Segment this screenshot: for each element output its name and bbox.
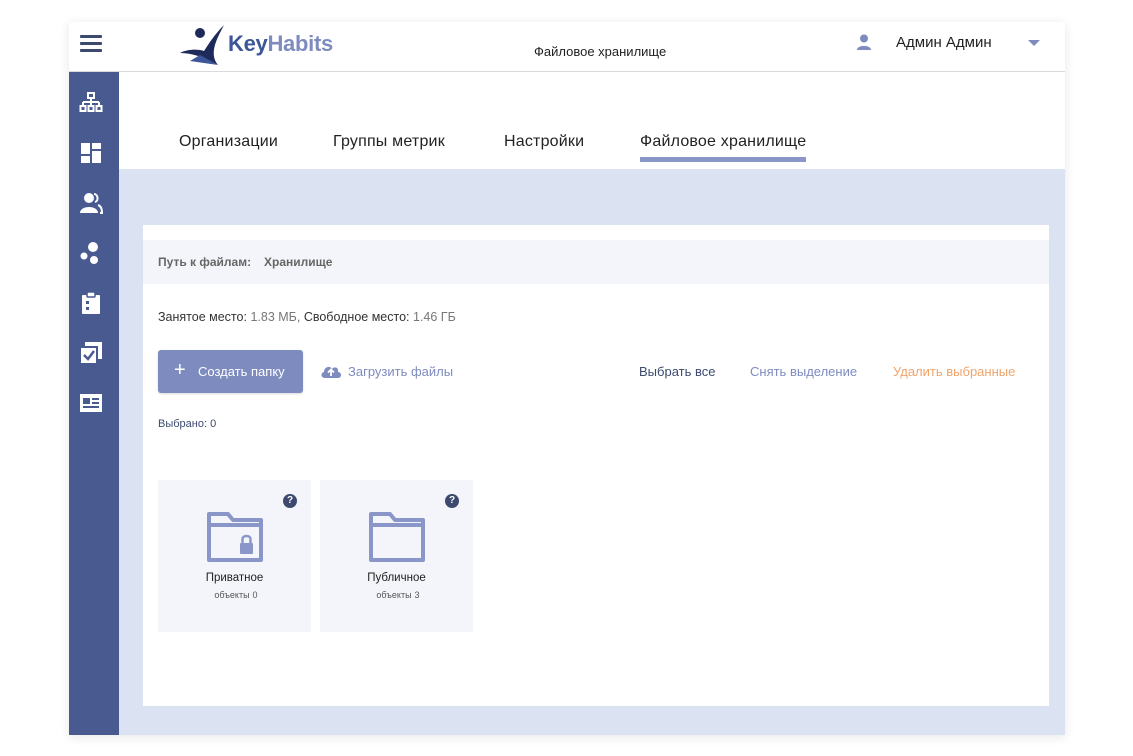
sitemap-icon: [79, 92, 103, 112]
dashboard-icon: [81, 143, 101, 163]
folder-card-private[interactable]: ? Приватное объекты 0: [158, 480, 311, 632]
storage-info: Занятое место: 1.83 МБ, Свободное место:…: [158, 310, 456, 324]
folder-name: Приватное: [205, 572, 264, 584]
tab-organizations[interactable]: Организации: [179, 133, 278, 151]
logo-text[interactable]: KeyHabits: [228, 31, 333, 57]
chevron-down-icon[interactable]: [1028, 40, 1040, 46]
top-header: KeyHabits Файловое хранилище Админ Админ: [69, 22, 1065, 72]
user-icon: [857, 34, 871, 50]
tab-settings[interactable]: Настройки: [504, 133, 584, 151]
cloud-upload-icon: [321, 366, 341, 378]
sidebar-item-profile[interactable]: [79, 391, 103, 415]
tab-file-storage[interactable]: Файловое хранилище: [640, 133, 807, 162]
used-space-value: 1.83 МБ,: [250, 310, 301, 324]
folder-icon: [369, 512, 425, 562]
select-all-button[interactable]: Выбрать все: [639, 364, 715, 379]
logo-key-text: Key: [228, 31, 268, 56]
folder-count-value: 3: [414, 590, 420, 600]
folder-count-label: объекты: [376, 590, 412, 600]
selected-count: Выбрано: 0: [158, 418, 217, 430]
sidebar-item-dashboard[interactable]: [79, 141, 103, 165]
folder-object-count: объекты 0: [158, 590, 311, 600]
users-icon: [80, 193, 103, 214]
sidebar-item-metrics[interactable]: [79, 241, 103, 265]
sidebar-item-users[interactable]: [79, 191, 103, 215]
free-space-value: 1.46 ГБ: [413, 310, 456, 324]
folder-count-value: 0: [252, 590, 258, 600]
sidebar-item-structure[interactable]: [79, 91, 103, 115]
folder-name: Публичное: [367, 572, 426, 584]
sidebar-item-checks[interactable]: [79, 341, 103, 365]
path-value[interactable]: Хранилище: [264, 255, 332, 269]
sidebar: [69, 72, 119, 735]
content-area: Путь к файлам: Хранилище Занятое место: …: [119, 169, 1065, 735]
folder-object-count: объекты 3: [320, 590, 473, 600]
used-space-label: Занятое место:: [158, 310, 247, 324]
deselect-button[interactable]: Снять выделение: [750, 364, 857, 379]
sidebar-item-tasks[interactable]: [79, 291, 103, 315]
create-folder-label: Создать папку: [198, 364, 285, 379]
plus-icon: +: [174, 359, 186, 381]
delete-selected-button[interactable]: Удалить выбранные: [893, 364, 1015, 379]
app-window: KeyHabits Файловое хранилище Админ Админ: [69, 22, 1065, 735]
logo-habits-text: Habits: [267, 31, 333, 56]
folder-count-label: объекты: [214, 590, 250, 600]
help-icon[interactable]: ?: [283, 494, 297, 508]
file-storage-panel: Путь к файлам: Хранилище Занятое место: …: [143, 225, 1049, 706]
help-icon[interactable]: ?: [445, 494, 459, 508]
tab-bar: Организации Группы метрик Настройки Файл…: [119, 72, 1065, 169]
breadcrumb: Путь к файлам: Хранилище: [143, 240, 1049, 284]
checklist-icon: [79, 342, 102, 365]
id-card-icon: [80, 394, 102, 412]
create-folder-button[interactable]: + Создать папку: [158, 350, 303, 393]
tab-metric-groups[interactable]: Группы метрик: [333, 133, 445, 151]
page-title: Файловое хранилище: [534, 44, 667, 59]
upload-files-label: Загрузить файлы: [348, 364, 454, 379]
hamburger-menu-icon[interactable]: [80, 33, 102, 55]
clipboard-icon: [82, 291, 100, 314]
path-label: Путь к файлам:: [158, 255, 252, 269]
bubbles-icon: [80, 242, 98, 264]
user-name[interactable]: Админ Админ: [896, 34, 992, 51]
locked-folder-icon: [207, 512, 263, 562]
folder-card-public[interactable]: ? Публичное объекты 3: [320, 480, 473, 632]
free-space-label: Свободное место:: [303, 310, 410, 324]
